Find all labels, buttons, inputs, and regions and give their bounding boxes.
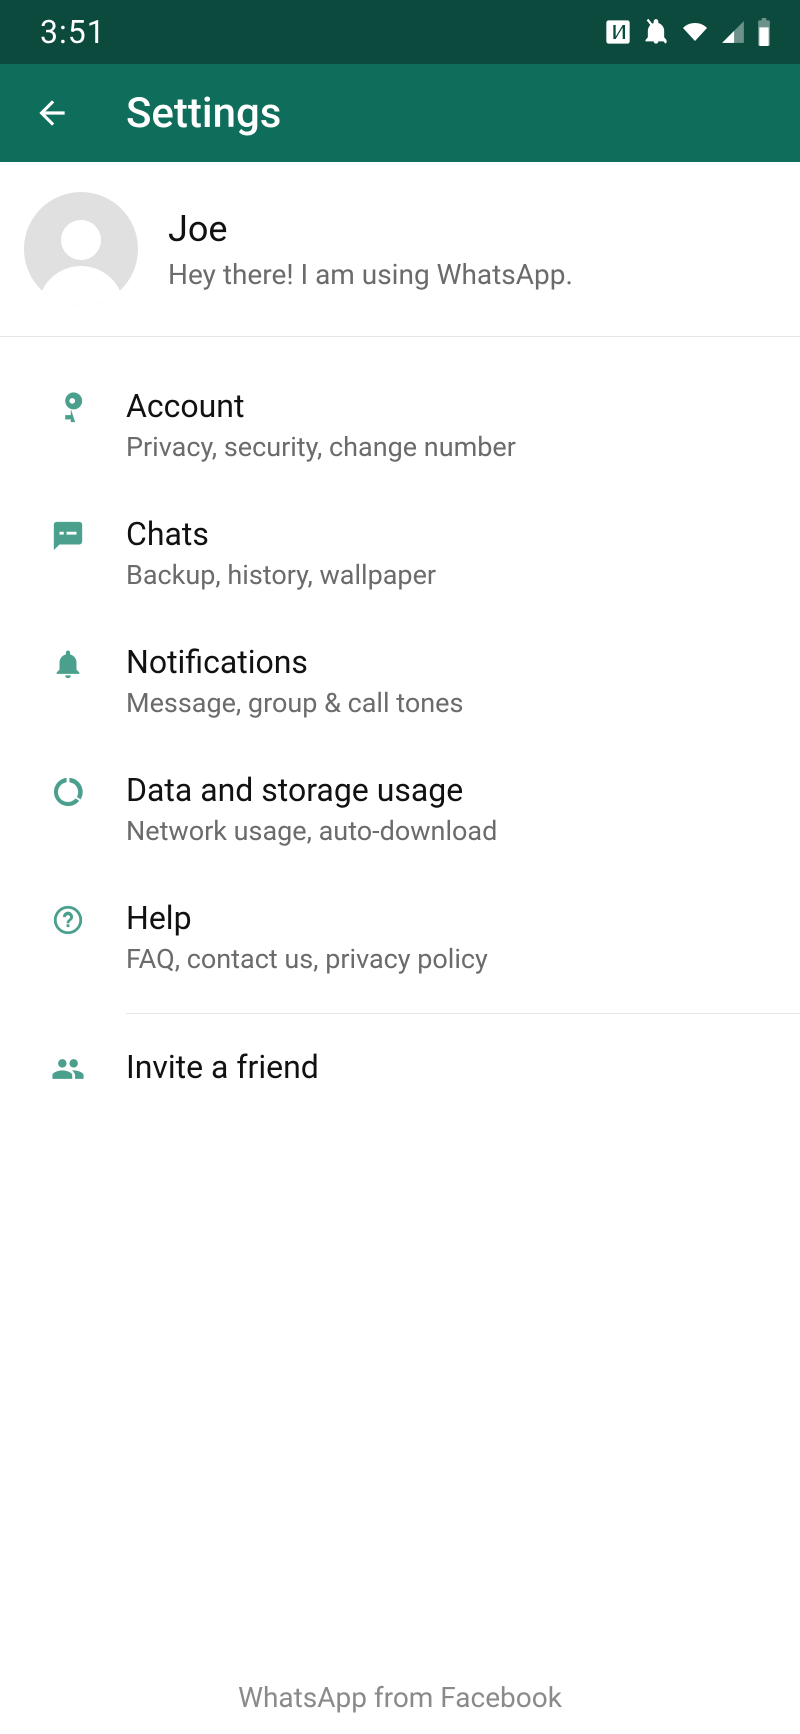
item-data-storage[interactable]: Data and storage usage Network usage, au… xyxy=(0,745,800,873)
profile-status: Hey there! I am using WhatsApp. xyxy=(168,258,573,291)
item-title: Chats xyxy=(126,515,436,553)
chat-icon xyxy=(51,519,85,553)
app-bar: Settings xyxy=(0,64,800,162)
item-title: Invite a friend xyxy=(126,1048,319,1086)
item-title: Account xyxy=(126,387,516,425)
profile-row[interactable]: Joe Hey there! I am using WhatsApp. xyxy=(0,162,800,337)
item-subtitle: Message, group & call tones xyxy=(126,687,463,719)
item-subtitle: FAQ, contact us, privacy policy xyxy=(126,943,488,975)
help-icon xyxy=(51,903,85,937)
status-time: 3:51 xyxy=(40,13,106,51)
back-button[interactable] xyxy=(30,91,74,135)
arrow-back-icon xyxy=(33,94,71,132)
item-subtitle: Network usage, auto-download xyxy=(126,815,497,847)
item-help[interactable]: Help FAQ, contact us, privacy policy xyxy=(0,873,800,1001)
item-notifications[interactable]: Notifications Message, group & call tone… xyxy=(0,617,800,745)
item-chats[interactable]: Chats Backup, history, wallpaper xyxy=(0,489,800,617)
nfc-icon xyxy=(604,18,632,46)
avatar xyxy=(24,192,138,306)
battery-icon xyxy=(756,18,772,46)
footer-text: WhatsApp from Facebook xyxy=(0,1681,800,1726)
bell-off-icon xyxy=(642,18,670,46)
divider xyxy=(126,1013,800,1014)
item-invite[interactable]: Invite a friend xyxy=(0,1022,800,1112)
people-icon xyxy=(51,1052,85,1086)
item-subtitle: Privacy, security, change number xyxy=(126,431,516,463)
wifi-icon xyxy=(680,20,710,44)
item-title: Help xyxy=(126,899,488,937)
item-account[interactable]: Account Privacy, security, change number xyxy=(0,361,800,489)
signal-icon xyxy=(720,19,746,45)
profile-name: Joe xyxy=(168,208,573,250)
item-subtitle: Backup, history, wallpaper xyxy=(126,559,436,591)
status-bar: 3:51 xyxy=(0,0,800,64)
page-title: Settings xyxy=(126,89,281,138)
status-icons xyxy=(604,18,772,46)
bell-icon xyxy=(51,647,85,681)
settings-list: Account Privacy, security, change number… xyxy=(0,337,800,1112)
item-title: Notifications xyxy=(126,643,463,681)
item-title: Data and storage usage xyxy=(126,771,497,809)
data-usage-icon xyxy=(51,775,85,809)
key-icon xyxy=(51,391,85,425)
